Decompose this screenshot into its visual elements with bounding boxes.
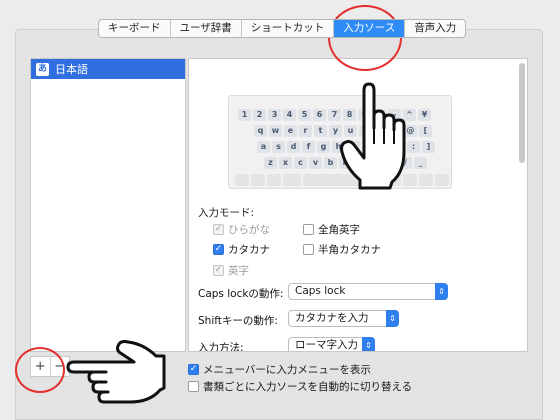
pointing-hand-icon: [340, 82, 406, 190]
keyboard-key: s: [272, 141, 285, 153]
tab-input-sources[interactable]: 入力ソース: [334, 20, 406, 37]
keyboard-key: 6: [313, 109, 326, 121]
preferences-tab-bar: キーボード ユーザ辞書 ショートカット 入力ソース 音声入力: [98, 19, 467, 38]
tab-keyboard[interactable]: キーボード: [99, 20, 171, 37]
keyboard-key: [: [419, 125, 432, 137]
keyboard-key: ]: [422, 141, 435, 153]
auto-switch-source-checkbox[interactable]: 書類ごとに入力ソースを自動的に切り替える: [188, 379, 412, 394]
popup-arrows-icon: ⇕: [362, 337, 375, 351]
tab-user-dictionary[interactable]: ユーザ辞書: [170, 20, 242, 37]
keyboard-key: e: [284, 125, 297, 137]
zenkaku-eiji-checkbox[interactable]: 全角英字: [303, 222, 360, 237]
checkmark-icon: ✓: [188, 364, 199, 375]
input-method-popup[interactable]: ローマ字入力 ⇕: [288, 337, 375, 351]
popup-arrows-icon: ⇕: [435, 283, 448, 300]
keyboard-key: 5: [298, 109, 311, 121]
keyboard-key: 2: [253, 109, 266, 121]
popup-arrows-icon: ⇕: [386, 310, 399, 327]
checkmark-icon: ✓: [213, 265, 224, 276]
keyboard-key: d: [287, 141, 300, 153]
keyboard-key: c: [294, 157, 307, 169]
hankaku-katakana-checkbox[interactable]: 半角カタカナ: [303, 242, 381, 257]
keyboard-key: q: [254, 125, 267, 137]
list-item-japanese[interactable]: あ 日本語: [31, 59, 185, 79]
hiragana-a-icon: あ: [36, 62, 49, 76]
keyboard-key: 3: [268, 109, 281, 121]
keyboard-key: x: [279, 157, 292, 169]
input-source-list[interactable]: あ 日本語: [30, 58, 186, 352]
eiji-checkbox[interactable]: ✓ 英字: [213, 263, 249, 278]
pointing-left-hand-icon: [66, 340, 166, 404]
scrollbar[interactable]: [519, 63, 525, 163]
tab-dictation[interactable]: 音声入力: [405, 20, 466, 37]
keyboard-key: t: [314, 125, 327, 137]
tab-shortcuts[interactable]: ショートカット: [241, 20, 335, 37]
caps-lock-label: Caps lockの動作:: [198, 288, 284, 300]
show-input-menu-checkbox[interactable]: ✓ メニューバーに入力メニューを表示: [188, 362, 371, 377]
highlight-circle-add: [15, 347, 65, 393]
checkmark-icon: ✓: [213, 224, 224, 235]
hiragana-checkbox[interactable]: ✓ ひらがな: [213, 222, 270, 237]
keyboard-key: ¥: [418, 109, 431, 121]
caps-lock-popup[interactable]: Caps lock ⇕: [288, 283, 448, 300]
input-method-label: 入力方法:: [198, 342, 244, 352]
keyboard-key: 1: [238, 109, 251, 121]
keyboard-key: v: [309, 157, 322, 169]
katakana-checkbox[interactable]: ✓ カタカナ: [213, 242, 270, 257]
keyboard-key: f: [302, 141, 315, 153]
keyboard-key: g: [317, 141, 330, 153]
keyboard-key: b: [324, 157, 337, 169]
shift-popup[interactable]: カタカナを入力 ⇕: [288, 310, 399, 327]
keyboard-key: w: [269, 125, 282, 137]
highlight-circle-tab: [328, 5, 402, 71]
shift-label: Shiftキーの動作:: [198, 315, 278, 327]
keyboard-key: r: [299, 125, 312, 137]
keyboard-key: z: [264, 157, 277, 169]
list-item-label: 日本語: [55, 63, 88, 76]
keyboard-key: a: [257, 141, 270, 153]
input-mode-label: 入力モード:: [198, 207, 255, 219]
checkmark-icon: ✓: [213, 244, 224, 255]
keyboard-key: 4: [283, 109, 296, 121]
